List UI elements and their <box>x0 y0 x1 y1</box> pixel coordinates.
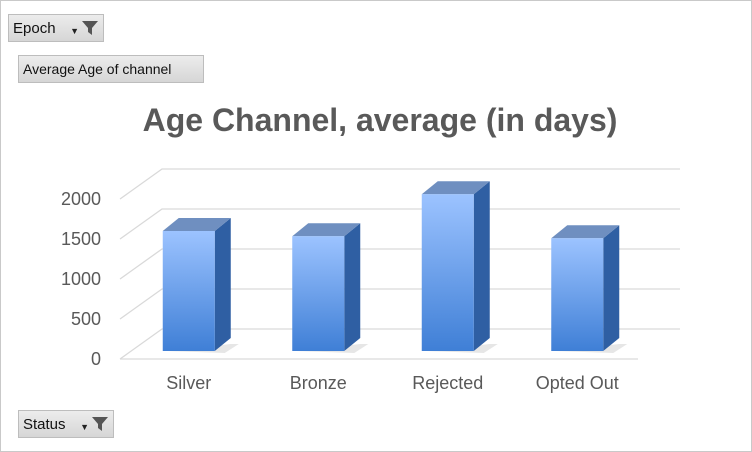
y-tick-label: 500 <box>71 309 101 329</box>
bars <box>162 181 628 353</box>
bar-front <box>551 238 604 351</box>
y-axis-ticks: 0 500 1000 1500 2000 <box>61 189 101 369</box>
bar <box>551 225 628 353</box>
y-tick-label: 1500 <box>61 229 101 249</box>
bar <box>162 218 239 353</box>
gridline <box>119 168 680 200</box>
bar <box>292 223 369 353</box>
y-tick-label: 2000 <box>61 189 101 209</box>
y-tick-label: 1000 <box>61 269 101 289</box>
chart-area: Age Channel, average (in days) 0 500 1000 1… <box>61 102 680 393</box>
bar-front <box>421 194 474 351</box>
y-tick-label: 0 <box>91 349 101 369</box>
x-tick-label: Silver <box>166 373 211 393</box>
bar-side <box>344 223 361 351</box>
bar-side <box>473 181 490 351</box>
bar-side <box>214 218 231 351</box>
bar <box>421 181 498 353</box>
chart-title: Age Channel, average (in days) <box>143 102 618 138</box>
x-axis-labels: Silver Bronze Rejected Opted Out <box>166 373 619 393</box>
x-tick-label: Opted Out <box>536 373 619 393</box>
x-tick-label: Bronze <box>290 373 347 393</box>
bar-front <box>162 231 215 351</box>
bar-front <box>292 236 345 351</box>
bar-side <box>603 225 620 351</box>
x-tick-label: Rejected <box>412 373 483 393</box>
